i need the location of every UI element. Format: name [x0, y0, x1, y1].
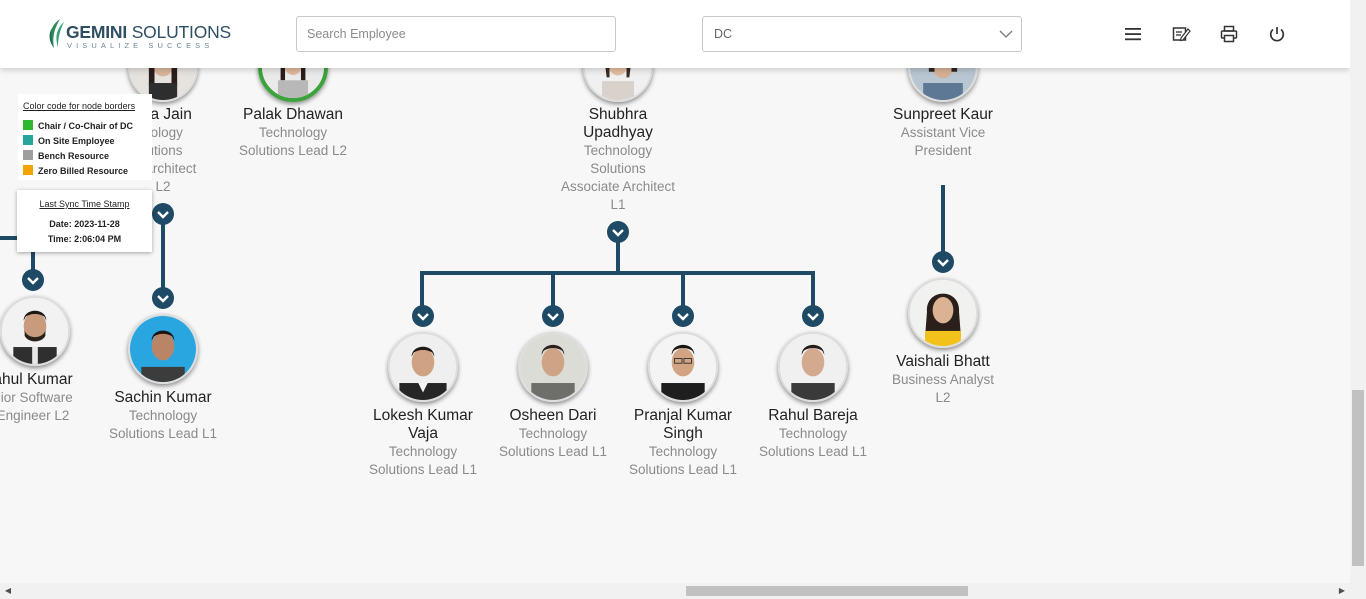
node-card-shubhra[interactable]: Shubhra Upadhyay Technology Solutions As… [543, 106, 693, 214]
employee-name: Shubhra [588, 106, 648, 123]
node-color-legend: Color code for node borders Chair / Co-C… [18, 94, 152, 180]
node-card-rahul-bareja[interactable]: Rahul Bareja Technology Solutions Lead L… [738, 407, 888, 461]
node-card-sachin[interactable]: Sachin Kumar Technology Solutions Lead L… [88, 389, 238, 443]
legend-item: Chair / Co-Chair of DC [23, 120, 133, 131]
avatar-rahul-bareja[interactable] [778, 332, 848, 402]
legend-item: Zero Billed Resource [23, 165, 128, 176]
horizontal-scroll-thumb[interactable] [686, 586, 968, 596]
employee-designation: Technology [648, 444, 718, 459]
employee-name: Upadhyay [583, 124, 653, 141]
expand-toggle-sachin[interactable] [151, 286, 175, 310]
gemini-solutions-logo[interactable]: GEMINI SOLUTIONS VISUALIZE SUCCESS [46, 18, 231, 52]
menu-icon[interactable] [1123, 24, 1143, 44]
legend-swatch [23, 135, 33, 145]
department-select-value: DC [714, 27, 733, 41]
chevron-down-icon [999, 30, 1013, 38]
search-employee-input[interactable] [296, 16, 616, 52]
employee-designation: Solutions Lead L1 [368, 462, 478, 477]
employee-designation: Business Analyst [891, 372, 995, 387]
avatar-osheen[interactable] [518, 332, 588, 402]
employee-name: Rahul Bareja [768, 407, 858, 424]
scroll-right-arrow-icon[interactable]: ▶ [1334, 583, 1350, 599]
employee-name: Osheen Dari [509, 407, 597, 424]
horizontal-scrollbar[interactable]: ◀ ▶ [0, 583, 1366, 599]
legend-swatch [23, 120, 33, 130]
avatar-sachin[interactable] [128, 314, 198, 384]
employee-designation: Technology [518, 426, 588, 441]
employee-designation: Solutions Lead L1 [628, 462, 738, 477]
employee-name: Vaishali Bhatt [896, 353, 990, 370]
power-icon[interactable] [1267, 24, 1287, 44]
logo-brand: GEMINI SOLUTIONS [66, 22, 232, 42]
avatar-lokesh[interactable] [388, 332, 458, 402]
department-select[interactable]: DC [702, 16, 1022, 52]
employee-designation: Solutions Lead L1 [758, 444, 868, 459]
employee-designation: Assistant Vice [900, 125, 986, 140]
node-card-osheen[interactable]: Osheen Dari Technology Solutions Lead L1 [478, 407, 628, 461]
legend-swatch [23, 165, 33, 175]
employee-designation: Solutions Lead L1 [498, 444, 608, 459]
employee-name: Pranjal Kumar [633, 407, 733, 424]
expand-toggle-lokesh[interactable] [411, 304, 435, 328]
expand-toggle-rahul-bareja[interactable] [801, 304, 825, 328]
employee-designation: Technology [778, 426, 848, 441]
sync-title: Last Sync Time Stamp [39, 199, 130, 209]
employee-designation: Technology [583, 143, 653, 158]
avatar-pranjal[interactable] [648, 332, 718, 402]
employee-designation: Solutions Lead L1 [108, 426, 218, 441]
legend-item: Bench Resource [23, 150, 109, 161]
scroll-left-arrow-icon[interactable]: ◀ [0, 583, 16, 599]
node-card-pranjal[interactable]: Pranjal Kumar Singh Technology Solutions… [608, 407, 758, 479]
expand-toggle-osheen[interactable] [541, 304, 565, 328]
node-card-palak[interactable]: Palak Dhawan Technology Solutions Lead L… [218, 106, 368, 160]
employee-designation: L1 [610, 197, 626, 212]
vertical-scroll-thumb[interactable] [1352, 390, 1364, 566]
avatar-rahul-kumar[interactable] [0, 296, 70, 366]
employee-name: Palak Dhawan [243, 106, 343, 123]
employee-designation: Technology [388, 444, 458, 459]
employee-designation: Solutions Lead L2 [238, 143, 348, 158]
employee-designation: President [914, 143, 972, 158]
employee-name: ahul Kumar [0, 371, 73, 388]
node-card-sunpreet[interactable]: Sunpreet Kaur Assistant Vice President [868, 106, 1018, 160]
avatar-vaishali[interactable] [908, 278, 978, 348]
employee-designation: Technology [258, 125, 328, 140]
vertical-scrollbar[interactable] [1350, 0, 1366, 583]
employee-designation: Solutions [590, 161, 646, 176]
logo-tagline: VISUALIZE SUCCESS [67, 41, 214, 50]
last-sync-panel: Last Sync Time Stamp Date: 2023-11-28 Ti… [17, 190, 152, 252]
expand-toggle-rahul-kumar[interactable] [21, 268, 45, 292]
legend-title: Color code for node borders [23, 101, 136, 111]
employee-name: Singh [663, 425, 703, 442]
employee-name: Sunpreet Kaur [893, 106, 993, 123]
top-header: GEMINI SOLUTIONS VISUALIZE SUCCESS DC [0, 0, 1350, 68]
sync-time: Time: 2:06:04 PM [47, 234, 122, 244]
expand-toggle-shubhra[interactable] [606, 220, 630, 244]
expand-toggle-sunpreet[interactable] [931, 250, 955, 274]
employee-name: Sachin Kumar [114, 389, 212, 406]
org-tree-connectors [0, 185, 945, 312]
employee-name: Lokesh Kumar [373, 407, 473, 424]
print-icon[interactable] [1219, 24, 1239, 44]
node-card-lokesh[interactable]: Lokesh Kumar Vaja Technology Solutions L… [348, 407, 498, 479]
employee-designation: L2 [935, 390, 951, 405]
employee-name: Vaja [408, 425, 438, 442]
legend-swatch [23, 150, 33, 160]
employee-designation: Technology [128, 408, 198, 423]
sync-date: Date: 2023-11-28 [49, 219, 120, 229]
expand-toggle-pranjal[interactable] [671, 304, 695, 328]
logo-leaf-icon [49, 19, 64, 48]
legend-item: On Site Employee [23, 135, 115, 146]
node-card-vaishali[interactable]: Vaishali Bhatt Business Analyst L2 [868, 353, 1018, 407]
employee-designation: Associate Architect [560, 179, 676, 194]
expand-toggle-n1[interactable] [151, 202, 175, 226]
edit-note-icon[interactable] [1171, 24, 1191, 44]
